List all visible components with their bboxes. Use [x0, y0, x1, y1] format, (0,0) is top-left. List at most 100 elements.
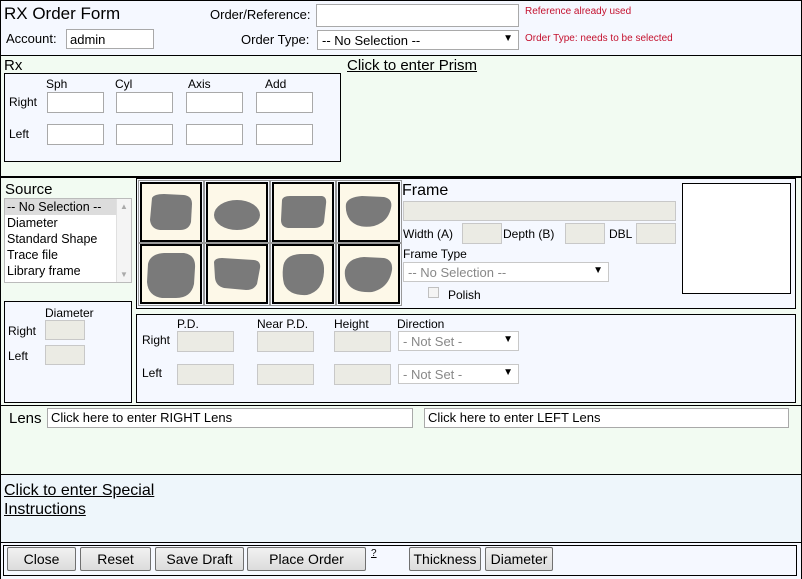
rx-table: Sph Cyl Axis Add Right Left [4, 73, 341, 162]
rx-left-sph[interactable] [47, 124, 104, 145]
left-lens-field[interactable]: Click here to enter LEFT Lens [424, 408, 789, 428]
measure-right-label: Right [142, 333, 171, 347]
diameter-button[interactable]: Diameter [485, 547, 553, 571]
pd-right-input[interactable] [177, 331, 234, 352]
order-ref-label: Order/Reference: [210, 7, 311, 22]
prism-link[interactable]: Click to enter Prism [347, 57, 477, 74]
rx-right-add[interactable] [256, 92, 313, 113]
frame-name-input[interactable] [403, 201, 676, 221]
source-listbox[interactable]: -- No Selection -- Diameter Standard Sha… [4, 198, 132, 283]
pd-label: P.D. [177, 317, 199, 331]
chevron-down-icon: ▼ [593, 265, 603, 276]
diameter-panel: Diameter Right Left [4, 301, 132, 403]
measure-left-label: Left [142, 366, 163, 380]
order-type-value: -- No Selection -- [322, 33, 421, 48]
rx-row-left: Left [9, 127, 30, 141]
frame-dbl-input[interactable] [636, 223, 676, 244]
height-left-input[interactable] [334, 364, 391, 385]
frame-shape-1[interactable] [138, 180, 204, 244]
polish-label: Polish [448, 288, 481, 302]
frame-shape-8[interactable] [336, 242, 402, 306]
frame-panel: Frame Width (A) Depth (B) DBL Frame Type… [136, 178, 796, 309]
order-type-error: Order Type: needs to be selected [525, 33, 673, 44]
thickness-button[interactable]: Thickness [409, 547, 481, 571]
frame-depth-label: Depth (B) [503, 227, 555, 241]
height-label: Height [334, 317, 369, 331]
direction-right-value: - Not Set - [403, 334, 463, 349]
special-section: Click to enter Special Instructions [1, 475, 801, 542]
page-title: RX Order Form [4, 4, 121, 23]
lens-title: Lens [9, 410, 42, 427]
rx-section: Rx Click to enter Prism Sph Cyl Axis Add… [1, 56, 801, 177]
frame-type-select[interactable]: -- No Selection -- ▼ [403, 262, 609, 282]
near-pd-right-input[interactable] [257, 331, 314, 352]
order-type-label: Order Type: [241, 32, 310, 47]
frame-width-label: Width (A) [403, 227, 454, 241]
height-right-input[interactable] [334, 331, 391, 352]
account-input[interactable] [66, 29, 154, 49]
order-ref-error: Reference already used [525, 6, 632, 17]
frame-shape-6[interactable] [204, 242, 270, 306]
chevron-down-icon: ▼ [503, 33, 513, 44]
source-option[interactable]: Diameter [5, 215, 131, 231]
rx-col-cyl: Cyl [115, 77, 133, 91]
source-option[interactable]: Trace file [5, 247, 131, 263]
diameter-left-label: Left [8, 349, 29, 363]
special-instructions-link-line2[interactable]: Instructions [4, 501, 86, 519]
rx-right-sph[interactable] [47, 92, 104, 113]
direction-label: Direction [397, 317, 445, 331]
source-option[interactable]: -- No Selection -- [5, 199, 131, 215]
chevron-down-icon: ▼ [503, 334, 513, 345]
source-option[interactable]: Standard Shape [5, 231, 131, 247]
measurements-panel: P.D. Near P.D. Height Direction Right Le… [136, 314, 796, 403]
order-ref-input[interactable] [316, 4, 519, 27]
frame-preview [682, 183, 791, 294]
reset-button[interactable]: Reset [80, 547, 151, 571]
frame-shape-5[interactable] [138, 242, 204, 306]
frame-depth-input[interactable] [565, 223, 605, 244]
frame-type-label: Frame Type [403, 247, 467, 261]
help-link[interactable]: ? [371, 548, 377, 559]
rx-left-cyl[interactable] [116, 124, 173, 145]
direction-left-select[interactable]: - Not Set - ▼ [398, 364, 519, 384]
diameter-left-input[interactable] [45, 345, 85, 365]
diameter-right-label: Right [8, 324, 37, 338]
frame-shape-3[interactable] [270, 180, 336, 244]
scroll-up-icon[interactable]: ▲ [117, 202, 131, 211]
order-type-select[interactable]: -- No Selection -- ▼ [317, 30, 519, 50]
source-title: Source [5, 181, 53, 198]
diameter-right-input[interactable] [45, 320, 85, 340]
rx-left-axis[interactable] [186, 124, 243, 145]
direction-right-select[interactable]: - Not Set - ▼ [398, 331, 519, 351]
near-pd-left-input[interactable] [257, 364, 314, 385]
diameter-title: Diameter [45, 306, 94, 320]
near-pd-label: Near P.D. [257, 317, 309, 331]
place-order-button[interactable]: Place Order [247, 547, 366, 571]
rx-title: Rx [4, 57, 23, 74]
special-instructions-link[interactable]: Click to enter Special [4, 482, 154, 500]
lens-section: Lens Click here to enter RIGHT Lens Clic… [1, 406, 801, 475]
footer-toolbar: Close Reset Save Draft Place Order ? Thi… [1, 542, 801, 579]
polish-checkbox[interactable] [428, 287, 439, 298]
frame-section: Source -- No Selection -- Diameter Stand… [1, 177, 801, 406]
frame-shape-4[interactable] [336, 180, 402, 244]
frame-width-input[interactable] [462, 223, 502, 244]
rx-col-axis: Axis [188, 77, 211, 91]
pd-left-input[interactable] [177, 364, 234, 385]
rx-left-add[interactable] [256, 124, 313, 145]
scroll-down-icon[interactable]: ▼ [117, 270, 131, 279]
rx-col-add: Add [265, 77, 287, 91]
frame-type-value: -- No Selection -- [408, 265, 507, 280]
rx-row-right: Right [9, 95, 38, 109]
source-option[interactable]: Library frame [5, 263, 131, 279]
rx-right-cyl[interactable] [116, 92, 173, 113]
rx-right-axis[interactable] [186, 92, 243, 113]
frame-shape-7[interactable] [270, 242, 336, 306]
source-scrollbar[interactable]: ▲ ▼ [116, 199, 131, 282]
right-lens-field[interactable]: Click here to enter RIGHT Lens [47, 408, 413, 428]
save-draft-button[interactable]: Save Draft [155, 547, 244, 571]
close-button[interactable]: Close [7, 547, 76, 571]
frame-dbl-label: DBL [609, 227, 633, 241]
frame-shape-2[interactable] [204, 180, 270, 244]
chevron-down-icon: ▼ [503, 367, 513, 378]
